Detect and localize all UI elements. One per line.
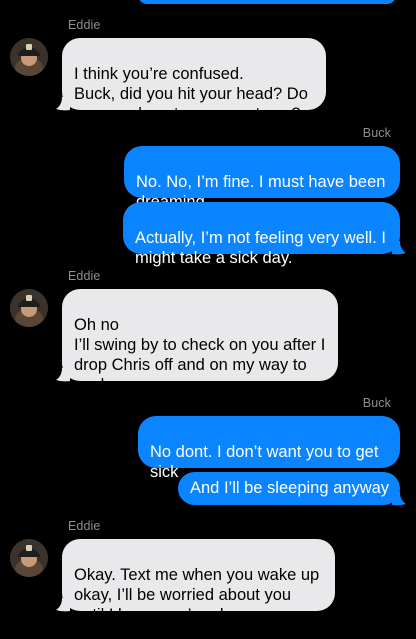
outgoing-message-bubble[interactable]: Actually, I’m not feeling very well. I m… <box>123 202 400 267</box>
message-thread: Eddie I think you’re confused. Buck, did… <box>0 0 416 639</box>
outgoing-message-bubble[interactable]: No. No, I’m fine. I must have been dream… <box>124 146 400 211</box>
bubble-tail <box>56 97 70 111</box>
bubble-tail <box>392 492 406 506</box>
outgoing-message-bubble[interactable]: No dont. I don’t want you to get sick <box>138 416 400 481</box>
bubble-tail <box>392 241 406 255</box>
message-text: Oh no I’ll swing by to check on you afte… <box>74 316 326 394</box>
contact-avatar[interactable] <box>10 38 48 76</box>
sender-name: Buck <box>362 396 391 410</box>
incoming-message-bubble[interactable]: Oh no I’ll swing by to check on you afte… <box>62 289 338 394</box>
message-text: Actually, I’m not feeling very well. I m… <box>135 229 386 267</box>
sender-name: Buck <box>362 126 391 140</box>
previous-outgoing-bubble[interactable] <box>138 0 396 4</box>
sender-name: Eddie <box>68 269 101 283</box>
avatar-helmet-icon <box>10 38 48 76</box>
sender-name: Eddie <box>68 18 101 32</box>
incoming-message-bubble[interactable]: I think you’re confused. Buck, did you h… <box>62 38 326 123</box>
message-text: Okay. Text me when you wake up okay, I’l… <box>74 566 320 624</box>
bubble-tail <box>56 368 70 382</box>
bubble-tail <box>56 598 70 612</box>
message-text: And I’ll be sleeping anyway <box>190 479 390 497</box>
message-text: I think you’re confused. Buck, did you h… <box>74 65 308 123</box>
contact-avatar[interactable] <box>10 289 48 327</box>
outgoing-message-bubble[interactable]: And I’ll be sleeping anyway <box>178 472 400 505</box>
incoming-message-bubble[interactable]: Okay. Text me when you wake up okay, I’l… <box>62 539 335 624</box>
avatar-helmet-icon <box>10 289 48 327</box>
sender-name: Eddie <box>68 519 101 533</box>
contact-avatar[interactable] <box>10 539 48 577</box>
avatar-helmet-icon <box>10 539 48 577</box>
